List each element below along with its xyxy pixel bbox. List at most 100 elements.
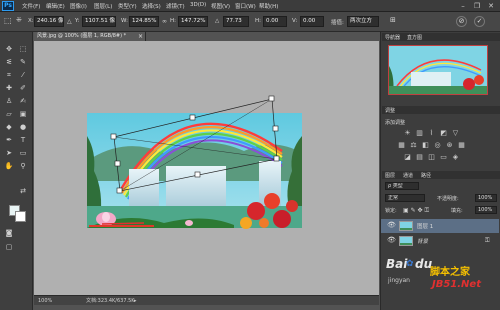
type-tool-icon[interactable]: T <box>18 135 28 145</box>
move-tool-icon[interactable]: ✥ <box>4 44 14 54</box>
hue-saturation-icon[interactable]: ▦ <box>397 142 406 149</box>
tab-navigator[interactable]: 导航器 <box>385 34 400 41</box>
visibility-eye-icon[interactable]: 👁 <box>387 236 396 244</box>
brightness-icon[interactable]: ☀ <box>403 130 412 137</box>
vibrance-icon[interactable]: ▽ <box>451 130 460 137</box>
color-balance-icon[interactable]: ⚖ <box>409 142 418 149</box>
gradient-map-icon[interactable]: ▭ <box>439 154 448 161</box>
document-tab[interactable]: 风景.jpg @ 100% (图层 1, RGB/8#) * × <box>34 32 146 41</box>
curves-icon[interactable]: ⌇ <box>427 130 436 137</box>
tab-paths[interactable]: 路径 <box>421 172 431 179</box>
v-skew-field[interactable]: 0.00 <box>300 16 324 27</box>
shape-tool-icon[interactable]: ▭ <box>18 148 28 158</box>
document-canvas[interactable] <box>34 41 379 295</box>
menu-image[interactable]: 图像(I) <box>70 2 87 10</box>
layer-row[interactable]: 👁 背景 ⚿ <box>381 234 499 248</box>
close-document-icon[interactable]: × <box>138 32 143 41</box>
warp-icon[interactable]: ⊞ <box>390 16 396 24</box>
gradient-tool-icon[interactable]: ▣ <box>18 109 28 119</box>
height-field[interactable]: 147.72% <box>178 16 208 27</box>
dodge-tool-icon[interactable]: ● <box>18 122 28 132</box>
menu-filter[interactable]: 滤镜(T) <box>166 2 185 10</box>
tab-layers[interactable]: 图层 <box>385 172 395 179</box>
blur-tool-icon[interactable]: ◆ <box>4 122 14 132</box>
navigator-thumbnail[interactable] <box>388 45 488 95</box>
invert-icon[interactable]: ◪ <box>403 154 412 161</box>
h-skew-field[interactable]: 0.00 <box>263 16 287 27</box>
cancel-icon[interactable]: ⊘ <box>456 16 467 27</box>
menu-type[interactable]: 类型(Y) <box>118 2 137 10</box>
opacity-field[interactable]: 100% <box>475 194 497 202</box>
layers-panel-header <box>382 171 500 179</box>
x-field[interactable]: 240.16 像 <box>34 16 64 27</box>
height-label: H: <box>170 18 176 24</box>
eyedropper-tool-icon[interactable]: ⁄ <box>18 70 28 80</box>
photo-filter-icon[interactable]: ◎ <box>433 142 442 149</box>
layer-name[interactable]: 图层 1 <box>417 222 433 230</box>
menu-select[interactable]: 选择(S) <box>142 2 161 10</box>
background-color-swatch[interactable] <box>15 211 26 222</box>
fill-field[interactable]: 100% <box>475 206 497 214</box>
restore-button[interactable]: ❐ <box>472 1 482 11</box>
y-field[interactable]: 1107.51 像 <box>82 16 116 27</box>
interpolation-select[interactable]: 两次立方 <box>347 16 379 27</box>
menu-3d[interactable]: 3D(D) <box>190 2 206 8</box>
reference-point-icon[interactable]: ⁜ <box>16 16 22 24</box>
width-field[interactable]: 124.85% <box>129 16 159 27</box>
lasso-tool-icon[interactable]: ᓬ <box>4 57 14 67</box>
link-icon[interactable]: △ <box>67 18 72 25</box>
menu-file[interactable]: 文件(F) <box>22 2 40 10</box>
visibility-eye-icon[interactable]: 👁 <box>387 221 396 229</box>
menu-edit[interactable]: 编辑(E) <box>46 2 65 10</box>
crop-tool-icon[interactable]: ⌗ <box>4 70 14 80</box>
quick-select-tool-icon[interactable]: ✎ <box>18 57 28 67</box>
brush-tool-icon[interactable]: ✐ <box>18 83 28 93</box>
black-white-icon[interactable]: ◧ <box>421 142 430 149</box>
angle-field[interactable]: 77.73 <box>223 16 249 27</box>
clone-stamp-tool-icon[interactable]: ♙ <box>4 96 14 106</box>
quick-mask-icon[interactable]: ◙ <box>4 228 14 238</box>
document-tab-title: 风景.jpg @ 100% (图层 1, RGB/8#) * <box>37 33 127 39</box>
marquee-tool-icon[interactable]: ⬚ <box>18 44 28 54</box>
healing-brush-tool-icon[interactable]: ✚ <box>4 83 14 93</box>
layer-kind-filter[interactable]: ρ 类型 <box>385 182 419 190</box>
x-label: X: <box>28 18 34 24</box>
menu-layer[interactable]: 图层(L) <box>94 2 112 10</box>
levels-icon[interactable]: ▥ <box>415 130 424 137</box>
menu-view[interactable]: 视图(V) <box>211 2 230 10</box>
lock-icons[interactable]: ▣ ✎ ✥ ⚿ <box>403 207 429 215</box>
pen-tool-icon[interactable]: ✒ <box>4 135 14 145</box>
minimize-button[interactable]: – <box>458 1 468 11</box>
tab-channels[interactable]: 通道 <box>403 172 413 179</box>
path-selection-tool-icon[interactable]: ➤ <box>4 148 14 158</box>
channel-mixer-icon[interactable]: ⊛ <box>445 142 454 149</box>
blend-mode-select[interactable]: 正常 <box>385 194 425 202</box>
layer-name[interactable]: 背景 <box>417 237 428 245</box>
selective-color-icon[interactable]: ◈ <box>451 154 460 161</box>
zoom-tool-icon[interactable]: ⚲ <box>18 161 28 171</box>
history-brush-tool-icon[interactable]: ✍ <box>18 96 28 106</box>
menu-help[interactable]: 帮助(H) <box>259 2 278 10</box>
hand-tool-icon[interactable]: ✋ <box>4 161 14 171</box>
layer-row[interactable]: 👁 图层 1 <box>381 219 499 233</box>
lock-label: 锁定: <box>385 208 397 214</box>
chain-icon[interactable]: ∞ <box>162 18 167 25</box>
tab-histogram[interactable]: 直方图 <box>407 34 422 41</box>
canvas-area[interactable] <box>34 41 379 295</box>
screen-mode-icon[interactable]: ▢ <box>4 242 14 252</box>
threshold-icon[interactable]: ◫ <box>427 154 436 161</box>
commit-icon[interactable]: ✓ <box>474 16 485 27</box>
jingyan-text: jingyan <box>388 277 410 284</box>
zoom-level[interactable]: 100% <box>38 296 52 306</box>
close-button[interactable]: ✕ <box>486 1 496 11</box>
color-lookup-icon[interactable]: ▦ <box>457 142 466 149</box>
tab-adjustments[interactable]: 调整 <box>385 107 395 114</box>
status-arrow-icon[interactable]: ▸ <box>134 296 137 306</box>
posterize-icon[interactable]: ▤ <box>415 154 424 161</box>
menu-window[interactable]: 窗口(W) <box>235 2 256 10</box>
baidu-logo-text: Bai <box>386 257 408 271</box>
exposure-icon[interactable]: ◩ <box>439 130 448 137</box>
swap-colors-icon[interactable]: ⇄ <box>18 186 28 196</box>
eraser-tool-icon[interactable]: ▱ <box>4 109 14 119</box>
options-bar: ⬚ ⁜ X: 240.16 像 △ Y: 1107.51 像 W: 124.85… <box>0 12 500 32</box>
